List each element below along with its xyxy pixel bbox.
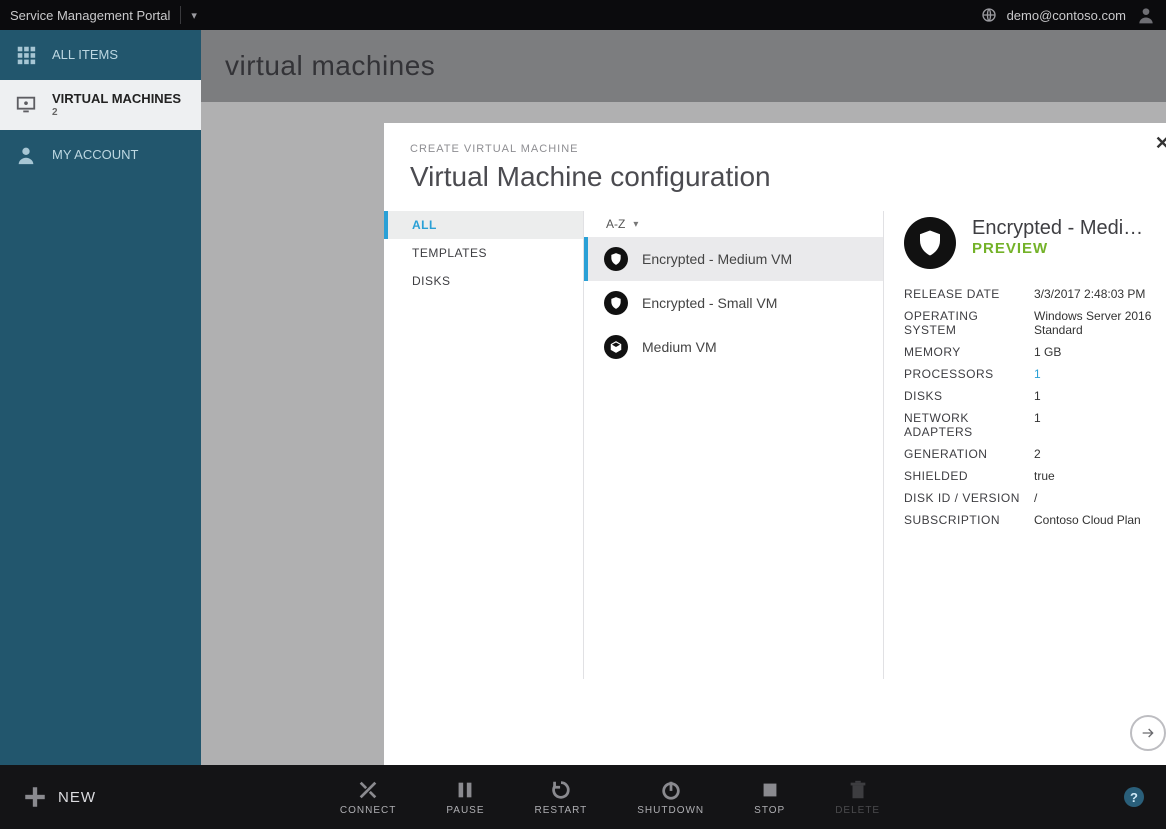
dialog-kicker: CREATE VIRTUAL MACHINE — [384, 143, 1166, 155]
pause-icon — [454, 779, 476, 801]
template-list: A-Z ▾ Encrypted - Medium VM Encrypted - … — [584, 211, 884, 679]
connect-icon — [357, 779, 379, 801]
details-kv: RELEASE DATE3/3/2017 2:48:03 PM OPERATIN… — [904, 287, 1164, 527]
chevron-down-icon: ▾ — [633, 219, 638, 230]
restart-icon — [550, 779, 572, 801]
sidebar: ALL ITEMS VIRTUAL MACHINES 2 MY ACCOUNT — [0, 30, 201, 765]
portal-name: Service Management Portal — [10, 8, 170, 23]
sidebar-item-my-account[interactable]: MY ACCOUNT — [0, 130, 201, 180]
trash-icon — [847, 779, 869, 801]
stop-button[interactable]: STOP — [754, 779, 785, 816]
shield-icon — [604, 247, 628, 271]
template-label: Encrypted - Small VM — [642, 295, 777, 311]
shield-icon — [604, 291, 628, 315]
bottom-toolbar: NEW CONNECT PAUSE RESTART SHUTDOWN STOP … — [0, 765, 1166, 829]
stop-icon — [759, 779, 781, 801]
chevron-down-icon[interactable]: ▾ — [191, 9, 197, 22]
power-icon — [660, 779, 682, 801]
preview-badge: PREVIEW — [972, 240, 1152, 257]
delete-button: DELETE — [835, 779, 880, 816]
toolbar-tools: CONNECT PAUSE RESTART SHUTDOWN STOP DELE… — [340, 779, 880, 816]
shield-icon — [904, 217, 956, 269]
divider — [180, 6, 181, 24]
monitor-icon — [12, 94, 40, 116]
template-item[interactable]: Medium VM — [584, 325, 883, 369]
sort-button[interactable]: A-Z ▾ — [584, 217, 883, 237]
close-icon[interactable]: ✕ — [1155, 133, 1166, 154]
box-icon — [604, 335, 628, 359]
sidebar-item-all-items[interactable]: ALL ITEMS — [0, 30, 201, 80]
user-email[interactable]: demo@contoso.com — [1007, 8, 1126, 23]
sidebar-item-label: MY ACCOUNT — [52, 148, 138, 162]
next-button[interactable] — [1130, 715, 1166, 751]
page-title: virtual machines — [225, 50, 1142, 82]
person-icon — [12, 144, 40, 166]
sidebar-item-count: 2 — [52, 107, 181, 118]
plus-icon — [22, 784, 48, 810]
template-item[interactable]: Encrypted - Small VM — [584, 281, 883, 325]
details-title: Encrypted - Medium … — [972, 217, 1152, 240]
new-button[interactable]: NEW — [22, 784, 96, 810]
template-details: Encrypted - Medium … PREVIEW RELEASE DAT… — [884, 211, 1166, 679]
dialog-left-nav: ALL TEMPLATES DISKS — [384, 211, 584, 679]
template-label: Medium VM — [642, 339, 717, 355]
sidebar-item-virtual-machines[interactable]: VIRTUAL MACHINES 2 — [0, 80, 201, 130]
pause-button[interactable]: PAUSE — [446, 779, 484, 816]
tab-all[interactable]: ALL — [384, 211, 583, 239]
sidebar-item-label: ALL ITEMS — [52, 48, 118, 62]
shutdown-button[interactable]: SHUTDOWN — [637, 779, 704, 816]
template-label: Encrypted - Medium VM — [642, 251, 792, 267]
dialog-title: Virtual Machine configuration — [384, 155, 1166, 211]
avatar-icon[interactable] — [1136, 5, 1156, 25]
restart-button[interactable]: RESTART — [535, 779, 588, 816]
content: virtual machines TION TIME 17 3:41:21 PM… — [201, 30, 1166, 102]
globe-icon[interactable] — [981, 7, 997, 23]
sidebar-item-label: VIRTUAL MACHINES — [52, 92, 181, 106]
grid-icon — [12, 44, 40, 66]
help-icon[interactable]: ? — [1124, 787, 1144, 807]
template-item[interactable]: Encrypted - Medium VM — [584, 237, 883, 281]
connect-button[interactable]: CONNECT — [340, 779, 396, 816]
tab-templates[interactable]: TEMPLATES — [384, 239, 583, 267]
tab-disks[interactable]: DISKS — [384, 267, 583, 295]
create-vm-dialog: ✕ CREATE VIRTUAL MACHINE Virtual Machine… — [384, 123, 1166, 765]
top-bar: Service Management Portal ▾ demo@contoso… — [0, 0, 1166, 30]
arrow-right-icon — [1140, 725, 1156, 741]
